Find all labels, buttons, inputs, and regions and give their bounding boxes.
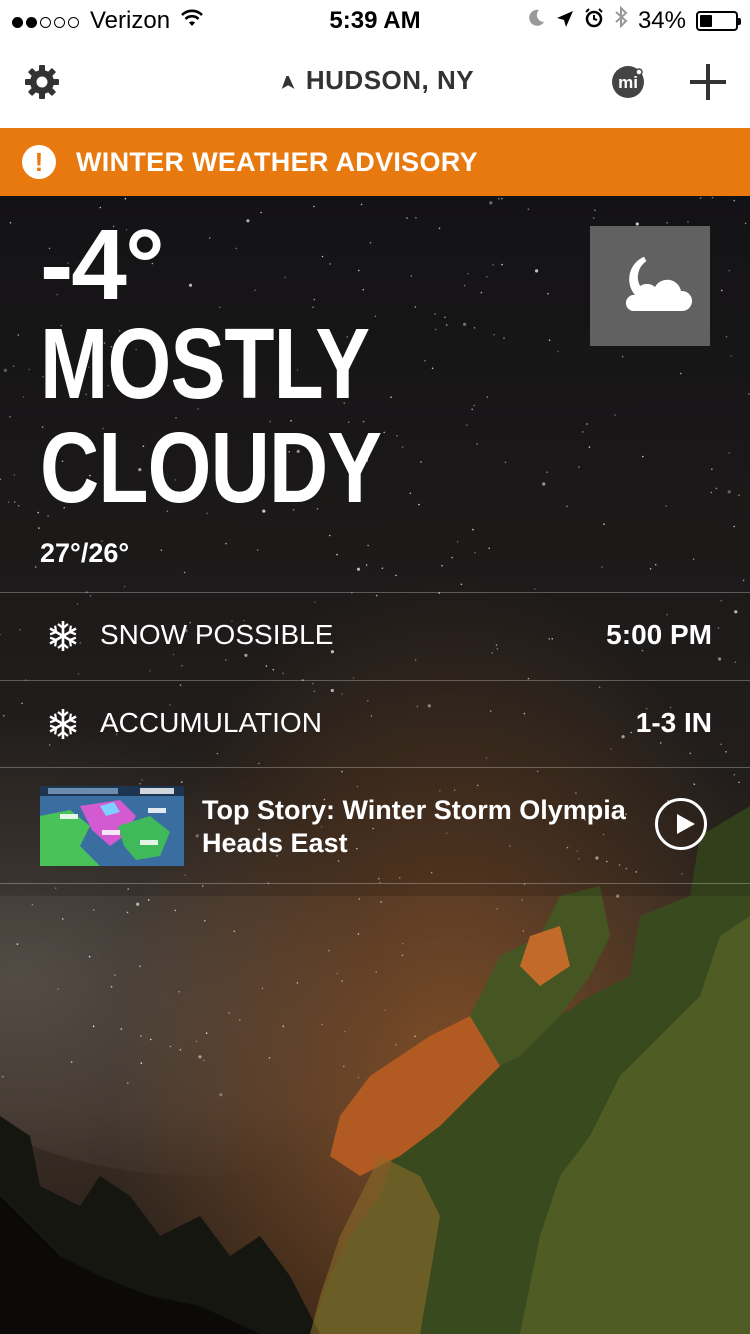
status-icons: 34% [516,5,741,35]
detail-row-accumulation[interactable]: ACCUMULATION 1-3 IN [0,680,750,769]
location-arrow-icon [556,7,574,35]
condition-line-2: CLOUDY [40,412,382,524]
location-name: HUDSON, NY [305,65,475,95]
current-condition: MOSTLY CLOUDY [40,308,382,524]
story-thumbnail[interactable] [40,786,184,866]
detail-label: SNOW POSSIBLE [100,619,334,650]
status-bar: Verizon 5:39 AM 34% [0,0,750,40]
alarm-icon [584,7,604,35]
svg-text:mi: mi [618,73,638,92]
snowflake-icon [46,707,80,741]
bluetooth-icon [614,5,628,35]
detail-value: 1-3 IN [635,707,712,738]
battery-icon [696,10,741,31]
battery-percent: 34% [637,6,686,34]
advisory-text: WINTER WEATHER ADVISORY [76,146,478,177]
high-low-temperature: 27°/26° [40,538,130,568]
divider [0,883,750,884]
exclamation-icon: ! [22,145,56,179]
current-temperature: -4° [40,209,165,321]
moon-cloud-icon [590,226,710,346]
detail-label: ACCUMULATION [100,707,322,738]
condition-line-1: MOSTLY [40,308,370,420]
detail-row-snow-possible[interactable]: SNOW POSSIBLE 5:00 PM [0,592,750,681]
mi-logo-icon[interactable]: mi [610,64,646,100]
add-location-button[interactable] [686,60,730,104]
play-icon[interactable] [655,798,707,850]
weather-advisory-banner[interactable]: ! WINTER WEATHER ADVISORY [0,128,750,196]
snowflake-icon [46,619,80,653]
story-title[interactable]: Top Story: Winter Storm Olympia Heads Ea… [202,794,642,860]
detail-value: 5:00 PM [606,619,712,650]
nav-bar: HUDSON, NY mi [0,40,750,129]
moon-icon [526,7,546,35]
plus-icon [690,64,726,100]
top-story-card[interactable]: Top Story: Winter Storm Olympia Heads Ea… [0,768,750,884]
location-arrow-icon [276,72,296,92]
